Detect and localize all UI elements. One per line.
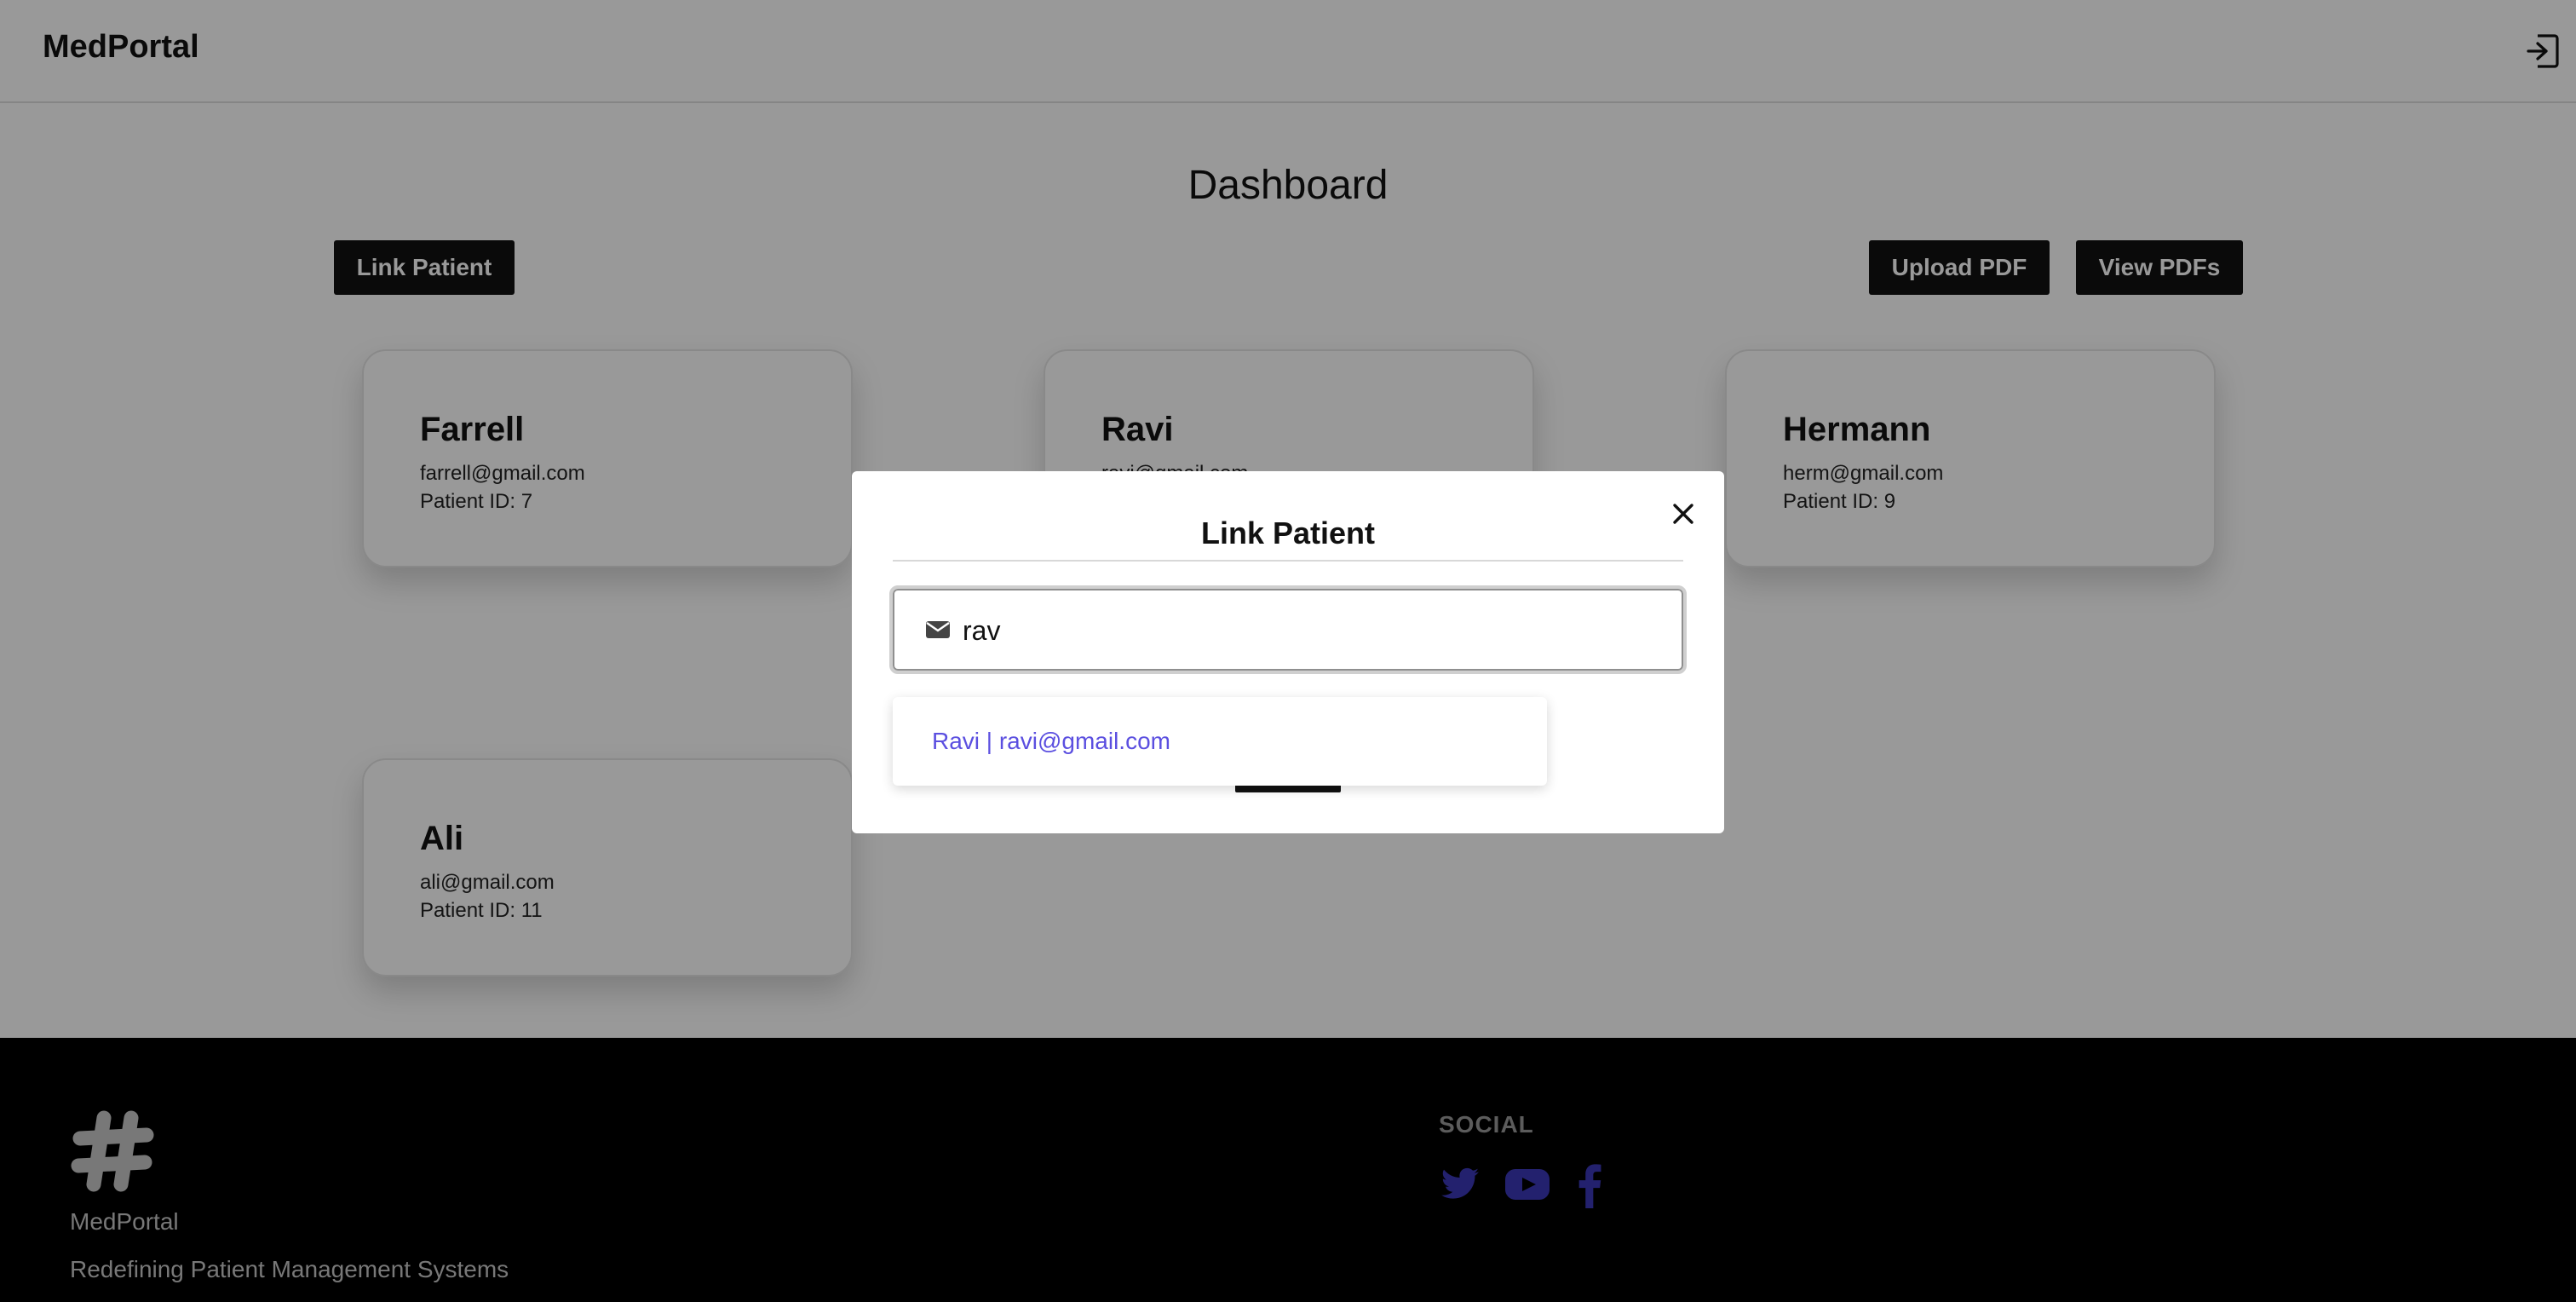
patient-search-field[interactable]	[889, 585, 1687, 674]
app-root: MedPortal Dashboard Link Patient Upload …	[0, 0, 2576, 1302]
suggestion-item[interactable]: Ravi | ravi@gmail.com	[932, 728, 1170, 755]
modal-title: Link Patient	[1200, 516, 1376, 550]
close-icon	[1673, 504, 1693, 524]
suggestion-dropdown: Ravi | ravi@gmail.com	[893, 697, 1547, 786]
modal-divider	[893, 560, 1683, 562]
link-patient-modal: Link Patient Ravi | ravi@gmail.com	[852, 471, 1724, 833]
patient-search-input[interactable]	[963, 609, 1661, 652]
close-button[interactable]	[1666, 497, 1700, 531]
envelope-icon	[926, 621, 950, 638]
